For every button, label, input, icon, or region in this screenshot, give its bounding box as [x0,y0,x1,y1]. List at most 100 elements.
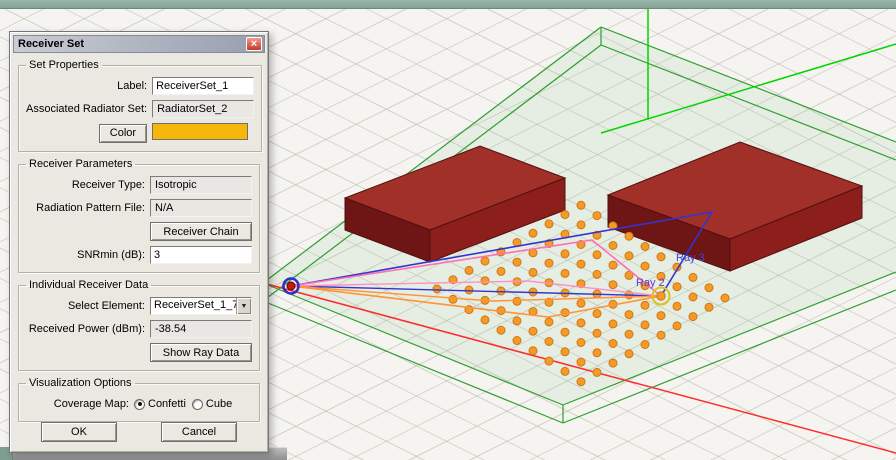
receiver-confetti-dot[interactable] [577,201,585,209]
close-icon[interactable]: × [246,37,262,51]
receiver-confetti-dot[interactable] [561,269,569,277]
receiver-confetti-dot[interactable] [625,330,633,338]
receiver-confetti-dot[interactable] [705,303,713,311]
receiver-confetti-dot[interactable] [641,341,649,349]
receiver-confetti-dot[interactable] [689,273,697,281]
receiver-confetti-dot[interactable] [545,357,553,365]
receiver-confetti-dot[interactable] [657,331,665,339]
receiver-confetti-dot[interactable] [609,261,617,269]
receiver-confetti-dot[interactable] [497,326,505,334]
radio-icon[interactable] [192,399,203,410]
receiver-confetti-dot[interactable] [545,338,553,346]
receiver-confetti-dot[interactable] [481,277,489,285]
receiver-confetti-dot[interactable] [561,328,569,336]
color-button[interactable]: Color [99,124,147,143]
receiver-confetti-dot[interactable] [593,251,601,259]
receiver-confetti-dot[interactable] [481,257,489,265]
receiver-confetti-dot[interactable] [577,221,585,229]
ok-button[interactable]: OK [41,422,117,442]
receiver-confetti-dot[interactable] [513,297,521,305]
receiver-confetti-dot[interactable] [577,260,585,268]
receiver-confetti-dot[interactable] [593,270,601,278]
receiver-chain-button[interactable]: Receiver Chain [150,222,252,241]
receiver-confetti-dot[interactable] [481,316,489,324]
radio-icon[interactable] [134,399,145,410]
received-power-value: -38.54 [150,320,252,338]
receiver-confetti-dot[interactable] [609,281,617,289]
receiver-confetti-dot[interactable] [545,220,553,228]
radiator-set-value: RadiatorSet_2 [152,100,254,118]
receiver-confetti-dot[interactable] [705,284,713,292]
receiver-confetti-dot[interactable] [593,349,601,357]
receiver-confetti-dot[interactable] [673,322,681,330]
dialog-titlebar[interactable]: Receiver Set × [13,35,265,53]
receiver-confetti-dot[interactable] [513,317,521,325]
receiver-confetti-dot[interactable] [609,359,617,367]
receiver-confetti-dot[interactable] [545,259,553,267]
receiver-confetti-dot[interactable] [609,340,617,348]
group-receiver-parameters-legend: Receiver Parameters [26,158,135,170]
label-field-label: Label: [26,80,152,92]
coverage-map-radio-cube[interactable]: Cube [192,398,232,410]
receiver-confetti-dot[interactable] [689,313,697,321]
receiver-confetti-dot[interactable] [561,250,569,258]
cancel-button[interactable]: Cancel [161,422,237,442]
receiver-confetti-dot[interactable] [593,329,601,337]
receiver-confetti-dot[interactable] [529,347,537,355]
receiver-confetti-dot[interactable] [465,266,473,274]
receiver-confetti-dot[interactable] [609,320,617,328]
chevron-down-icon[interactable]: ▼ [236,298,251,314]
receiver-confetti-dot[interactable] [545,318,553,326]
receiver-confetti-dot[interactable] [561,348,569,356]
receiver-confetti-dot[interactable] [673,302,681,310]
receiver-confetti-dot[interactable] [625,252,633,260]
transmitter-dot[interactable] [287,282,295,290]
receiver-confetti-dot[interactable] [641,262,649,270]
receiver-confetti-dot[interactable] [577,339,585,347]
receiver-confetti-dot[interactable] [577,299,585,307]
coverage-map-radio-confetti[interactable]: Confetti [134,398,186,410]
receiver-confetti-dot[interactable] [593,368,601,376]
receiver-confetti-dot[interactable] [513,337,521,345]
receiver-confetti-dot[interactable] [577,319,585,327]
receiver-confetti-dot[interactable] [561,367,569,375]
receiver-confetti-dot[interactable] [449,295,457,303]
receiver-confetti-dot[interactable] [593,212,601,220]
select-element-label: Select Element: [26,300,150,312]
show-ray-data-button[interactable]: Show Ray Data [150,343,252,362]
receiver-confetti-dot[interactable] [609,242,617,250]
receiver-confetti-dot[interactable] [561,211,569,219]
receiver-confetti-dot[interactable] [641,243,649,251]
receiver-confetti-dot[interactable] [513,258,521,266]
group-set-properties-legend: Set Properties [26,59,102,71]
receiver-confetti-dot[interactable] [625,232,633,240]
group-visualization-options: Visualization Options Coverage Map: Conf… [18,377,260,422]
receiver-confetti-dot[interactable] [689,293,697,301]
snrmin-input[interactable] [150,246,252,264]
receiver-confetti-dot[interactable] [529,229,537,237]
receiver-confetti-dot[interactable] [641,321,649,329]
receiver-confetti-dot[interactable] [657,253,665,261]
group-individual-receiver-data-legend: Individual Receiver Data [26,279,151,291]
label-input[interactable] [152,77,254,95]
receiver-confetti-dot[interactable] [657,312,665,320]
receiver-confetti-dot[interactable] [465,286,473,294]
receiver-confetti-dot[interactable] [529,327,537,335]
receiver-confetti-dot[interactable] [625,311,633,319]
receiver-confetti-dot[interactable] [721,294,729,302]
receiver-confetti-dot[interactable] [433,285,441,293]
receiver-confetti-dot[interactable] [673,283,681,291]
pattern-file-label: Radiation Pattern File: [26,202,150,214]
radio-label: Confetti [148,398,186,410]
receiver-confetti-dot[interactable] [625,350,633,358]
receiver-confetti-dot[interactable] [577,378,585,386]
select-element-value: ReceiverSet_1_79 [151,298,236,314]
receiver-confetti-dot[interactable] [497,267,505,275]
receiver-confetti-dot[interactable] [529,268,537,276]
receiver-confetti-dot[interactable] [593,310,601,318]
receiver-confetti-dot[interactable] [641,301,649,309]
selected-receiver-dot[interactable] [657,292,665,300]
select-element-dropdown[interactable]: ReceiverSet_1_79 ▼ [150,297,252,315]
receiver-confetti-dot[interactable] [577,358,585,366]
coverage-map-radio-group: Confetti Cube [134,398,252,410]
